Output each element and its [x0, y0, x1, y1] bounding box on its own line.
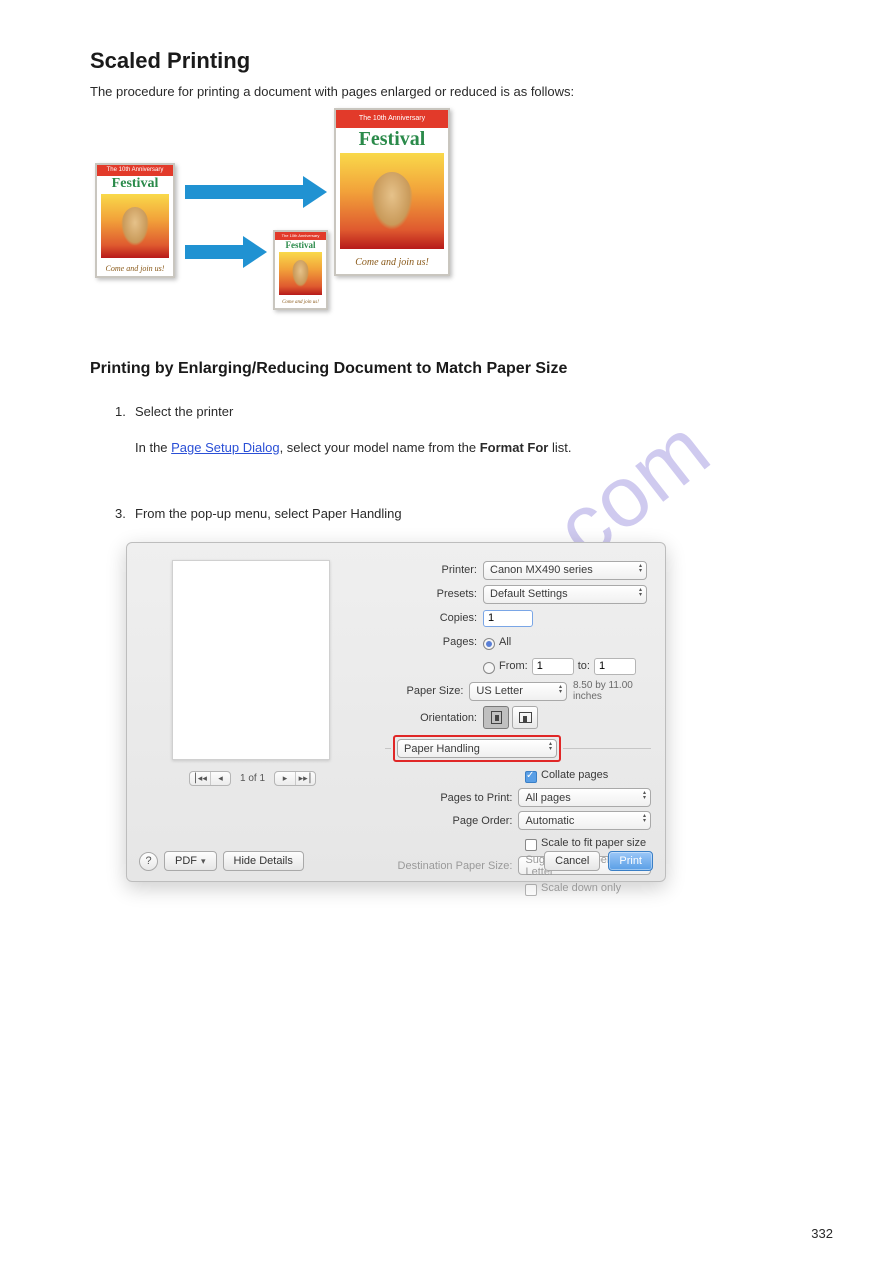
print-button[interactable]: Print [608, 851, 653, 871]
scaling-illustration: The 10th Anniversary Festival Come and j… [90, 108, 470, 328]
select-arrows-icon: ▴▾ [549, 742, 552, 752]
orientation-landscape-button[interactable] [512, 706, 538, 729]
section-highlight: Paper Handling ▴▾ [393, 735, 561, 762]
scale-down-label: Scale down only [541, 882, 621, 894]
pages-to-input[interactable] [594, 658, 636, 675]
select-arrows-icon: ▴▾ [639, 588, 642, 598]
scale-down-checkbox [525, 884, 537, 896]
poster-image [101, 194, 169, 258]
copies-input[interactable] [483, 610, 533, 627]
page-count-label: 1 of 1 [240, 773, 265, 784]
section-value: Paper Handling [404, 743, 480, 755]
printer-label: Printer: [385, 564, 483, 576]
pages-range-radio[interactable] [483, 662, 495, 674]
paper-dimensions: 8.50 by 11.00 inches [573, 680, 651, 702]
nav-first-prev[interactable]: ⎮◂◂ ◂ [189, 771, 231, 786]
presets-label: Presets: [385, 588, 483, 600]
help-button[interactable]: ? [139, 852, 158, 871]
scale-fit-checkbox[interactable] [525, 839, 537, 851]
poster-tagline: Come and join us! [97, 260, 173, 276]
poster-banner: The 10th Anniversary [275, 232, 326, 240]
printer-select[interactable]: Canon MX490 series ▴▾ [483, 561, 647, 580]
last-page-button[interactable]: ▸▸⎮ [295, 772, 315, 785]
poster-tagline: Come and join us! [275, 297, 326, 308]
poster-title: Festival [275, 240, 326, 250]
hide-details-button[interactable]: Hide Details [223, 851, 304, 871]
landscape-icon [519, 712, 532, 723]
pages-from-input[interactable] [532, 658, 574, 675]
first-page-button[interactable]: ⎮◂◂ [190, 772, 210, 785]
section-select[interactable]: Paper Handling ▴▾ [397, 739, 557, 758]
select-arrows-icon: ▴▾ [643, 791, 646, 801]
select-arrows-icon: ▴▾ [639, 564, 642, 574]
next-page-button[interactable]: ▸ [275, 772, 295, 785]
presets-value: Default Settings [490, 588, 568, 600]
print-form: Printer: Canon MX490 series ▴▾ Presets: … [385, 560, 651, 901]
presets-select[interactable]: Default Settings ▴▾ [483, 585, 647, 604]
poster-image [340, 153, 444, 249]
pages-all-label: All [499, 636, 511, 648]
cancel-button[interactable]: Cancel [544, 851, 600, 871]
preview-page-nav: ⎮◂◂ ◂ 1 of 1 ▸ ▸▸⎮ [150, 771, 355, 786]
page-order-select[interactable]: Automatic ▴▾ [518, 811, 651, 830]
pages-from-label: From: [499, 660, 528, 672]
poster-banner: The 10th Anniversary [336, 110, 448, 128]
collate-checkbox[interactable] [525, 771, 537, 783]
poster-enlarged: The 10th Anniversary Festival Come and j… [334, 108, 450, 276]
intro-text: The procedure for printing a document wi… [90, 82, 770, 102]
page-order-value: Automatic [525, 815, 574, 827]
poster-image [279, 252, 322, 296]
printer-value: Canon MX490 series [490, 564, 593, 576]
page-setup-dialog-link[interactable]: Page Setup Dialog [171, 440, 279, 455]
step3-text: From the pop-up menu, select Paper Handl… [135, 504, 402, 524]
poster-title: Festival [97, 176, 173, 192]
step3-number: 3. [115, 504, 126, 524]
dialog-footer: ? PDF Hide Details Cancel Print [139, 851, 653, 871]
scale-fit-label: Scale to fit paper size [541, 837, 646, 849]
pdf-button[interactable]: PDF [164, 851, 217, 871]
page-number: 332 [811, 1224, 833, 1244]
pages-all-radio[interactable] [483, 638, 495, 650]
orientation-portrait-button[interactable] [483, 706, 509, 729]
copies-label: Copies: [385, 612, 483, 624]
prev-page-button[interactable]: ◂ [210, 772, 230, 785]
pages-to-print-value: All pages [525, 792, 570, 804]
poster-original: The 10th Anniversary Festival Come and j… [95, 163, 175, 278]
poster-reduced: The 10th Anniversary Festival Come and j… [273, 230, 328, 310]
paper-size-select[interactable]: US Letter ▴▾ [469, 682, 567, 701]
orientation-label: Orientation: [385, 712, 483, 724]
pages-label: Pages: [385, 636, 483, 648]
print-dialog: ⎮◂◂ ◂ 1 of 1 ▸ ▸▸⎮ Printer: Canon MX490 … [126, 542, 666, 882]
collate-label: Collate pages [541, 769, 608, 781]
portrait-icon [491, 711, 502, 724]
page-title: Scaled Printing [90, 48, 250, 74]
step1-text: Select the printer [135, 402, 233, 422]
paper-size-label: Paper Size: [385, 685, 469, 697]
step1-paragraph: In the Page Setup Dialog, select your mo… [135, 438, 735, 458]
poster-banner: The 10th Anniversary [97, 165, 173, 176]
poster-tagline: Come and join us! [336, 251, 448, 274]
paper-size-value: US Letter [476, 685, 522, 697]
step1-number: 1. [115, 402, 126, 422]
pages-to-print-select[interactable]: All pages ▴▾ [518, 788, 651, 807]
pages-to-print-label: Pages to Print: [385, 792, 518, 804]
select-arrows-icon: ▴▾ [559, 685, 562, 695]
pages-to-label: to: [578, 660, 590, 672]
poster-title: Festival [336, 128, 448, 151]
print-preview [172, 560, 330, 760]
section-heading: Printing by Enlarging/Reducing Document … [90, 360, 567, 378]
nav-next-last[interactable]: ▸ ▸▸⎮ [274, 771, 316, 786]
select-arrows-icon: ▴▾ [643, 814, 646, 824]
page-order-label: Page Order: [385, 815, 518, 827]
